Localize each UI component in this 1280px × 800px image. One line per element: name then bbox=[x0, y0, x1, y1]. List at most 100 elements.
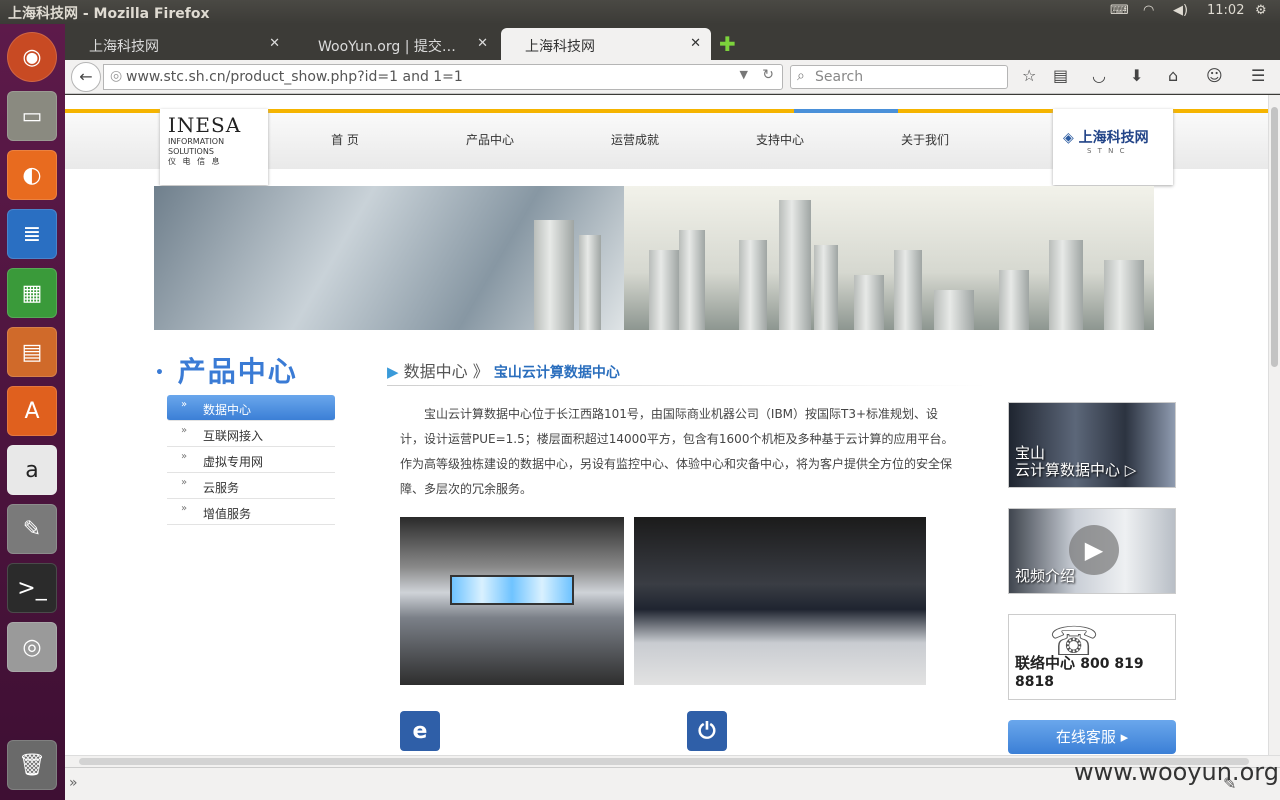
control-room-image bbox=[400, 517, 624, 685]
amazon-icon[interactable]: a bbox=[7, 445, 57, 495]
power-plug-icon: ⏻ bbox=[687, 711, 727, 751]
nav-achievements[interactable]: 运营成就 bbox=[570, 131, 700, 148]
nav-active-indicator bbox=[794, 109, 898, 113]
software-center-icon[interactable]: A bbox=[7, 386, 57, 436]
pocket-icon[interactable]: ◡ bbox=[1092, 66, 1106, 85]
gear-icon[interactable]: ⚙ bbox=[1255, 3, 1267, 18]
nav-products[interactable]: 产品中心 bbox=[425, 131, 555, 148]
tab-label: WooYun.org | 提交… bbox=[318, 39, 456, 55]
scroll-thumb[interactable] bbox=[1271, 107, 1278, 367]
side-menu: » 数据中心 » 互联网接入 » 虚拟专用网 » 云服务 » 增值服务 bbox=[167, 395, 335, 525]
side-item-datacenter[interactable]: » 数据中心 bbox=[167, 395, 335, 421]
side-item-label: 云服务 bbox=[203, 481, 240, 495]
clock[interactable]: 11:02 bbox=[1207, 3, 1244, 18]
download-icon[interactable]: ⬇ bbox=[1130, 66, 1143, 85]
globe-icon: ◎ bbox=[110, 68, 123, 84]
breadcrumb-separator: 》 bbox=[472, 362, 489, 381]
tab-label: 上海科技网 bbox=[89, 39, 159, 55]
breadcrumb-main[interactable]: 数据中心 bbox=[404, 362, 468, 381]
video-wall bbox=[450, 575, 574, 605]
promo-line1: 宝山 bbox=[1015, 444, 1046, 462]
description: 宝山云计算数据中心位于长江西路101号，由国际商业机器公司（IBM）按国际T3+… bbox=[400, 407, 954, 496]
bookmark-star-icon[interactable]: ☆ bbox=[1022, 66, 1036, 85]
url-bar[interactable]: ◎ www.stc.sh.cn/product_show.php?id=1 an… bbox=[103, 64, 783, 90]
trash-icon[interactable]: 🗑 bbox=[7, 740, 57, 790]
partner-logo[interactable]: ◈ 上海科技网 S T N C bbox=[1053, 109, 1173, 185]
logo-sub: SOLUTIONS bbox=[168, 147, 214, 156]
terminal-icon[interactable]: >_ bbox=[7, 563, 57, 613]
tab-2[interactable]: WooYun.org | 提交… ✕ bbox=[294, 28, 498, 60]
nav-about[interactable]: 关于我们 bbox=[860, 131, 990, 148]
impress-icon[interactable]: ▤ bbox=[7, 327, 57, 377]
breadcrumb: ▶ 数据中心 》 宝山云计算数据中心 bbox=[387, 358, 620, 382]
wifi-icon[interactable]: ◠ bbox=[1143, 3, 1154, 18]
bullet-icon: • bbox=[155, 365, 166, 381]
close-icon[interactable]: ✕ bbox=[690, 36, 701, 51]
window-title: 上海科技网 - Mozilla Firefox bbox=[8, 6, 210, 22]
reload-icon[interactable]: ↻ bbox=[762, 67, 774, 83]
search-icon: ⌕ bbox=[797, 68, 805, 84]
main-nav: 首 页 产品中心 运营成就 支持中心 关于我们 bbox=[275, 109, 1045, 173]
contact-promo[interactable]: ☏ 联络中心 800 819 8818 bbox=[1008, 614, 1176, 700]
url-text: www.stc.sh.cn/product_show.php?id=1 and … bbox=[126, 69, 463, 85]
calc-icon[interactable]: ▦ bbox=[7, 268, 57, 318]
chat-icon[interactable]: ☺ bbox=[1206, 66, 1223, 85]
side-item-cloud[interactable]: » 云服务 bbox=[167, 473, 335, 499]
launcher: ◉ ▭ ◐ ≣ ▦ ▤ A a ✎ >_ ◎ 🗑 bbox=[0, 24, 65, 800]
datacenter-promo[interactable]: 宝山 云计算数据中心 ▷ bbox=[1008, 402, 1176, 488]
play-icon[interactable]: ▶ bbox=[1069, 525, 1119, 575]
logo-sub: 仪 电 信 息 bbox=[168, 157, 222, 166]
side-item-label: 互联网接入 bbox=[203, 429, 264, 443]
partner-logo-text: 上海科技网 bbox=[1078, 130, 1149, 146]
system-settings-icon[interactable]: ✎ bbox=[7, 504, 57, 554]
video-label: 视频介绍 bbox=[1015, 567, 1076, 585]
ubuntu-icon[interactable]: ◉ bbox=[7, 32, 57, 82]
contact-title: 联络中心 bbox=[1015, 654, 1076, 672]
nav-support[interactable]: 支持中心 bbox=[715, 131, 845, 148]
watermark: www.wooyun.org bbox=[1074, 758, 1279, 786]
server-room-image bbox=[634, 517, 926, 685]
volume-icon[interactable]: ◀) bbox=[1173, 3, 1188, 18]
section-title-text: 产品中心 bbox=[177, 355, 298, 388]
home-icon[interactable]: ⌂ bbox=[1168, 66, 1178, 85]
divider bbox=[387, 385, 987, 386]
city-banner bbox=[154, 186, 1154, 330]
search-placeholder: Search bbox=[815, 69, 864, 85]
online-service-button[interactable]: 在线客服 ▸ bbox=[1008, 720, 1176, 754]
dropdown-icon[interactable]: ▼ bbox=[740, 68, 748, 81]
side-item-value-added[interactable]: » 增值服务 bbox=[167, 499, 335, 525]
camera-icon[interactable]: ◎ bbox=[7, 622, 57, 672]
nav-home[interactable]: 首 页 bbox=[280, 131, 410, 148]
section-title: • 产品中心 bbox=[155, 350, 298, 390]
side-item-label: 虚拟专用网 bbox=[203, 455, 264, 469]
reading-list-icon[interactable]: ▤ bbox=[1053, 66, 1068, 85]
close-icon[interactable]: ✕ bbox=[269, 36, 280, 51]
side-item-label: 数据中心 bbox=[203, 403, 252, 417]
video-promo[interactable]: ▶ 视频介绍 bbox=[1008, 508, 1176, 594]
side-item-vpn[interactable]: » 虚拟专用网 bbox=[167, 447, 335, 473]
firefox-icon[interactable]: ◐ bbox=[7, 150, 57, 200]
menu-icon[interactable]: ☰ bbox=[1251, 66, 1265, 85]
chevron-right-icon[interactable]: » bbox=[69, 775, 78, 791]
system-top-bar: 上海科技网 - Mozilla Firefox ⌨ ◠ ◀) 11:02 ⚙ bbox=[0, 0, 1280, 24]
tab-bar: 上海科技网 ✕ WooYun.org | 提交… ✕ 上海科技网 ✕ ✚ bbox=[65, 24, 1280, 60]
tab-3[interactable]: 上海科技网 ✕ bbox=[501, 28, 711, 60]
new-tab-icon[interactable]: ✚ bbox=[715, 28, 745, 60]
breadcrumb-sub: 宝山云计算数据中心 bbox=[493, 365, 620, 381]
logo-sub: INFORMATION bbox=[168, 137, 225, 146]
contact-label: 联络中心 800 819 8818 bbox=[1015, 655, 1175, 691]
stnc-icon: ◈ bbox=[1063, 130, 1074, 146]
back-button[interactable]: ← bbox=[71, 62, 101, 92]
vertical-scrollbar[interactable] bbox=[1268, 95, 1280, 755]
inesa-logo[interactable]: INESA INFORMATION SOLUTIONS 仪 电 信 息 bbox=[160, 109, 268, 185]
search-input[interactable]: ⌕ Search bbox=[790, 65, 1008, 89]
files-icon[interactable]: ▭ bbox=[7, 91, 57, 141]
writer-icon[interactable]: ≣ bbox=[7, 209, 57, 259]
promo-label: 宝山 云计算数据中心 ▷ bbox=[1015, 445, 1136, 479]
close-icon[interactable]: ✕ bbox=[477, 36, 488, 51]
tab-1[interactable]: 上海科技网 ✕ bbox=[65, 28, 290, 60]
navigation-toolbar: ← ◎ www.stc.sh.cn/product_show.php?id=1 … bbox=[65, 60, 1280, 94]
keyboard-icon[interactable]: ⌨ bbox=[1110, 3, 1129, 18]
logo-text: INESA bbox=[168, 113, 242, 137]
side-item-internet[interactable]: » 互联网接入 bbox=[167, 421, 335, 447]
